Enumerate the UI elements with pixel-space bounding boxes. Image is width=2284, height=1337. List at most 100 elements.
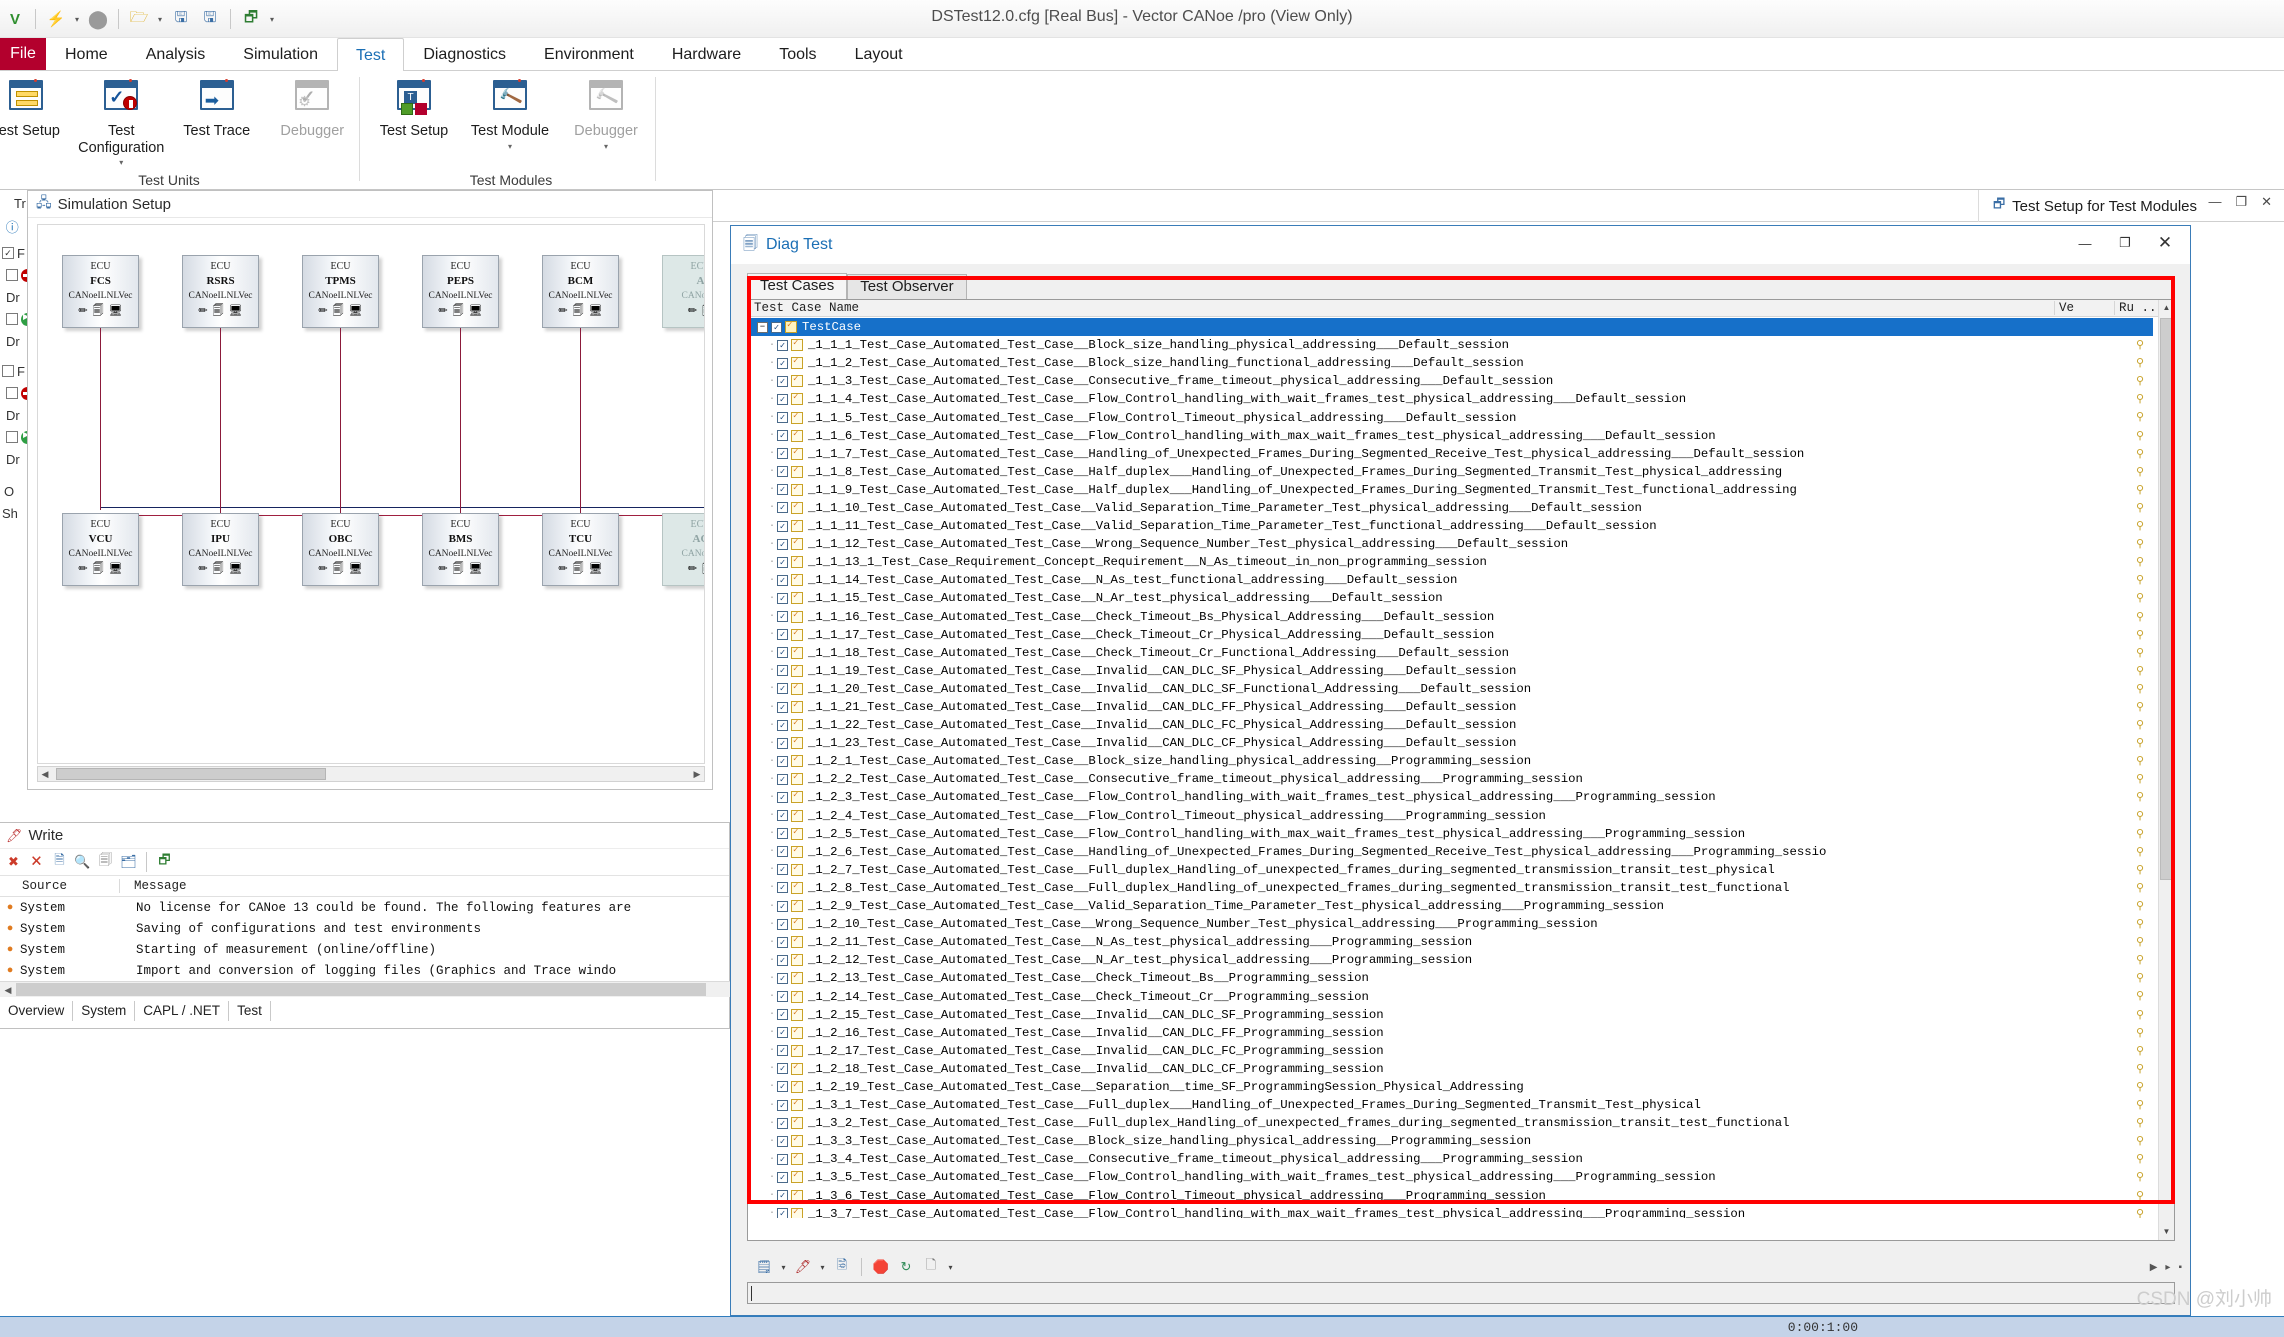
checkbox[interactable]: ✓ [777,936,788,948]
checkbox[interactable]: ✓ [777,773,788,785]
list-column-headers[interactable]: Test Case Name Ve Ru .. [748,300,2174,317]
write-toolbar[interactable]: ✖ 🗙 🗎 🔍 🗐 🗂 🗗 [0,848,729,876]
stop-test-icon[interactable]: 🛑 [870,1256,892,1278]
capl-program-icon[interactable]: 🗐 [453,306,464,317]
checkbox[interactable]: ✓ [777,574,788,586]
capl-program-icon[interactable]: 🗐 [93,564,104,575]
test-case-row[interactable]: ·✓ _1_2_17_Test_Case_Automated_Test_Case_… [749,1042,2153,1060]
play-icon[interactable]: ▶ [2150,1262,2158,1273]
write-tab-capl-net[interactable]: CAPL / .NET [135,1001,230,1021]
simulation-canvas[interactable]: ECU FCS CANoeILNLVec ✏ 🗐 🖥 ECU RSRS CANoeI… [37,224,705,764]
test-case-row[interactable]: ·✓ _1_1_2_Test_Case_Automated_Test_Case__… [749,354,2153,372]
checkbox[interactable]: ✓ [777,520,788,532]
trace-tab-label[interactable]: Tr [14,196,26,211]
checkbox[interactable]: ✓ [777,1190,788,1202]
maximize-button[interactable]: ❐ [2235,194,2247,210]
capl-program-icon[interactable]: 🗐 [93,306,104,317]
checkbox[interactable]: ✓ [777,864,788,876]
test-case-row[interactable]: ·✓ _1_1_13_1_Test_Case_Requirement_Concep… [749,553,2153,571]
test-case-row[interactable]: ·✓ _1_2_5_Test_Case_Automated_Test_Case__… [749,825,2153,843]
test-module-button[interactable]: 🔨 Test Module ▾ [462,77,558,151]
test-case-row[interactable]: ·✓ _1_2_7_Test_Case_Automated_Test_Case__… [749,861,2153,879]
checkbox[interactable]: ✓ [777,647,788,659]
tab-simulation[interactable]: Simulation [224,38,337,70]
tab-test-setup-for-test-modules[interactable]: 🗗 Test Setup for Test Modules [1977,190,2211,222]
checkbox[interactable]: ✓ [777,1171,788,1183]
panel-icon[interactable]: 🖥 [229,564,243,575]
test-case-row[interactable]: ·✓ _1_1_14_Test_Case_Automated_Test_Case_… [749,571,2153,589]
ecu-node[interactable]: ECU PEPS CANoeILNLVec ✏ 🗐 🖥 [422,255,499,328]
pencil-icon[interactable]: ✏ [438,306,447,317]
scroll-left-icon[interactable]: ◀ [1,983,15,997]
tab-environment[interactable]: Environment [525,38,653,70]
checkbox[interactable]: ✓ [777,1117,788,1129]
checkbox[interactable]: ✓ [777,393,788,405]
test-case-row[interactable]: ·✓ _1_2_3_Test_Case_Automated_Test_Case__… [749,788,2153,806]
write-row[interactable]: ● System Saving of configurations and te… [0,918,729,939]
clear-icon[interactable]: ✖ [4,853,23,872]
checkbox[interactable]: ✓ [777,791,788,803]
clear-all-icon[interactable]: 🗙 [27,852,46,872]
test-case-row[interactable]: ·✓ _1_1_15_Test_Case_Automated_Test_Case_… [749,589,2153,607]
file-tab[interactable]: File [0,38,46,70]
ecu-node[interactable]: ECU AC CANoeIL ✏ 🗐 [662,513,704,586]
checkbox[interactable]: ✓ [777,1081,788,1093]
test-case-row[interactable]: ·✓ _1_2_9_Test_Case_Automated_Test_Case__… [749,897,2153,915]
save-log-icon[interactable]: 🗎 [50,852,69,872]
test-case-row[interactable]: ·✓ _1_1_12_Test_Case_Automated_Test_Case_… [749,535,2153,553]
capl-program-icon[interactable]: 🗐 [573,306,584,317]
checkbox[interactable]: ✓ [2,247,14,259]
panel-icon[interactable]: 🖥 [109,564,123,575]
pencil-icon[interactable]: ✏ [318,306,327,317]
ecu-node[interactable]: ECU IPU CANoeILNLVec ✏ 🗐 🖥 [182,513,259,586]
next-icon[interactable]: ▸ [2165,1262,2170,1273]
checkbox[interactable]: ✓ [777,1045,788,1057]
scrollbar-thumb[interactable] [56,768,326,780]
write-tab-system[interactable]: System [73,1001,136,1021]
checkbox[interactable]: ✓ [777,412,788,424]
checkbox[interactable]: ✓ [777,991,788,1003]
capl-program-icon[interactable]: 🗐 [453,564,464,575]
panel-icon[interactable]: 🖥 [469,306,483,317]
restart-test-icon[interactable]: ↻ [895,1256,917,1278]
write-row[interactable]: ● System Starting of measurement (online… [0,939,729,960]
test-case-row[interactable]: ·✓ _1_3_3_Test_Case_Automated_Test_Case__… [749,1132,2153,1150]
test-config-icon[interactable]: 🗟 [831,1256,853,1278]
panel-icon[interactable]: 🖥 [349,564,363,575]
test-case-row[interactable]: ·✓ _1_3_4_Test_Case_Automated_Test_Case__… [749,1150,2153,1168]
pencil-icon[interactable]: ✏ [78,564,87,575]
test-case-row[interactable]: ·✓ _1_1_8_Test_Case_Automated_Test_Case__… [749,463,2153,481]
new-window-icon[interactable]: 🗗 [155,852,174,872]
checkbox[interactable]: ✓ [777,339,788,351]
test-case-row[interactable]: ·✓ _1_1_6_Test_Case_Automated_Test_Case__… [749,427,2153,445]
checkbox[interactable]: ✓ [777,430,788,442]
test-setup-button[interactable]: Test Setup [0,77,74,140]
test-trace-button[interactable]: ➡ Test Trace [169,77,265,140]
checkbox[interactable]: ✓ [777,719,788,731]
checkbox[interactable]: ✓ [777,918,788,930]
stop-icon[interactable]: ▪ [2178,1262,2182,1273]
capl-program-icon[interactable]: 🗐 [213,564,224,575]
test-case-row[interactable]: ·✓ _1_1_9_Test_Case_Automated_Test_Case__… [749,481,2153,499]
test-case-row[interactable]: ·✓ _1_1_18_Test_Case_Automated_Test_Case_… [749,644,2153,662]
checkbox[interactable]: ✓ [777,665,788,677]
tab-analysis[interactable]: Analysis [127,38,225,70]
maximize-button[interactable]: ❐ [2106,230,2144,256]
checkbox[interactable]: ✓ [777,1027,788,1039]
copy-icon[interactable]: 🗐 [96,852,115,872]
checkbox[interactable]: ✓ [777,556,788,568]
test-case-row[interactable]: ·✓ _1_2_2_Test_Case_Automated_Test_Case__… [749,770,2153,788]
collapse-toggle-icon[interactable]: − [757,321,768,333]
test-case-rows[interactable]: −✓TestCase·✓_1_1_1_Test_Case_Automated_T… [749,318,2153,1218]
test-case-row[interactable]: ·✓ _1_3_6_Test_Case_Automated_Test_Case__… [749,1187,2153,1205]
test-case-row[interactable]: ·✓ _1_1_1_Test_Case_Automated_Test_Case__… [749,336,2153,354]
test-case-row[interactable]: ·✓ _1_2_18_Test_Case_Automated_Test_Case_… [749,1060,2153,1078]
checkbox[interactable]: ✓ [777,828,788,840]
diag-test-toolbar[interactable]: 🗒 ▾ 🖊 ▾ 🗟 🛑 ↻ 🗋 ▾ [747,1252,2175,1282]
window-controls[interactable]: — ❐ ✕ [2066,230,2184,256]
simulation-horizontal-scrollbar[interactable]: ◀ ▶ [37,766,705,782]
test-case-row[interactable]: ·✓ _1_1_17_Test_Case_Automated_Test_Case_… [749,626,2153,644]
test-case-row[interactable]: ·✓ _1_2_11_Test_Case_Automated_Test_Case_… [749,933,2153,951]
checkbox[interactable] [6,313,18,325]
diag-test-run-controls[interactable]: ▶ ▸ ▪ [2150,1252,2182,1282]
